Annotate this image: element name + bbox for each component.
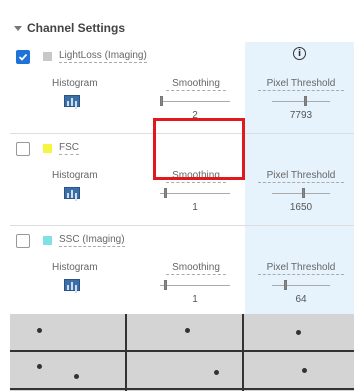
pixel-threshold-label: Pixel Threshold (258, 262, 344, 275)
checkmark-icon (18, 53, 28, 61)
cell-thumbnail[interactable] (244, 314, 354, 350)
histogram-icon[interactable] (64, 95, 80, 107)
channel-settings-header[interactable]: Channel Settings (14, 20, 125, 36)
threshold-slider-thumb[interactable] (304, 96, 307, 106)
smoothing-value: 1 (192, 294, 198, 305)
threshold-value: 7793 (289, 110, 313, 121)
channel-checkbox[interactable] (16, 234, 30, 248)
smoothing-slider-thumb[interactable] (164, 280, 167, 290)
threshold-value: 1650 (289, 202, 313, 213)
smoothing-highlight-box (153, 118, 245, 180)
channel-checkbox[interactable] (16, 50, 30, 64)
section-title: Channel Settings (27, 21, 126, 35)
smoothing-label: Smoothing (166, 78, 226, 91)
image-thumbnail-grid (10, 314, 354, 391)
threshold-value: 64 (295, 294, 307, 305)
histogram-label: Histogram (52, 262, 98, 273)
pixel-threshold-label: Pixel Threshold (258, 170, 344, 183)
histogram-label: Histogram (52, 78, 98, 89)
channel-color-swatch[interactable] (43, 52, 52, 61)
smoothing-slider-thumb[interactable] (160, 96, 163, 106)
cell-thumbnail[interactable] (244, 352, 354, 388)
pixel-threshold-label: Pixel Threshold (258, 78, 344, 91)
channel-name[interactable]: FSC (59, 142, 79, 155)
histogram-icon[interactable] (64, 187, 80, 199)
collapse-triangle-icon[interactable] (14, 25, 22, 31)
smoothing-label: Smoothing (166, 262, 226, 275)
channel-row-ssc: SSC (Imaging) Histogram Smoothing 1 Pixe… (10, 226, 354, 318)
threshold-slider-track[interactable] (272, 193, 330, 194)
smoothing-slider-track[interactable] (160, 285, 230, 286)
threshold-slider-thumb[interactable] (302, 188, 305, 198)
cell-thumbnail[interactable] (10, 352, 125, 388)
smoothing-value: 1 (192, 202, 198, 213)
threshold-slider-track[interactable] (272, 101, 330, 102)
cell-thumbnail[interactable] (10, 314, 125, 350)
smoothing-slider-thumb[interactable] (164, 188, 167, 198)
channel-settings-panel: i LightLoss (Imaging) Histogram Smoothin… (10, 42, 354, 391)
smoothing-slider-track[interactable] (160, 193, 230, 194)
channel-color-swatch[interactable] (43, 236, 52, 245)
channel-name[interactable]: LightLoss (Imaging) (59, 50, 147, 63)
smoothing-slider-track[interactable] (160, 101, 230, 102)
histogram-label: Histogram (52, 170, 98, 181)
cell-thumbnail[interactable] (127, 352, 242, 388)
threshold-slider-track[interactable] (272, 285, 330, 286)
threshold-slider-thumb[interactable] (284, 280, 287, 290)
cell-thumbnail[interactable] (127, 314, 242, 350)
channel-name[interactable]: SSC (Imaging) (59, 234, 125, 247)
channel-checkbox[interactable] (16, 142, 30, 156)
histogram-icon[interactable] (64, 279, 80, 291)
channel-color-swatch[interactable] (43, 144, 52, 153)
